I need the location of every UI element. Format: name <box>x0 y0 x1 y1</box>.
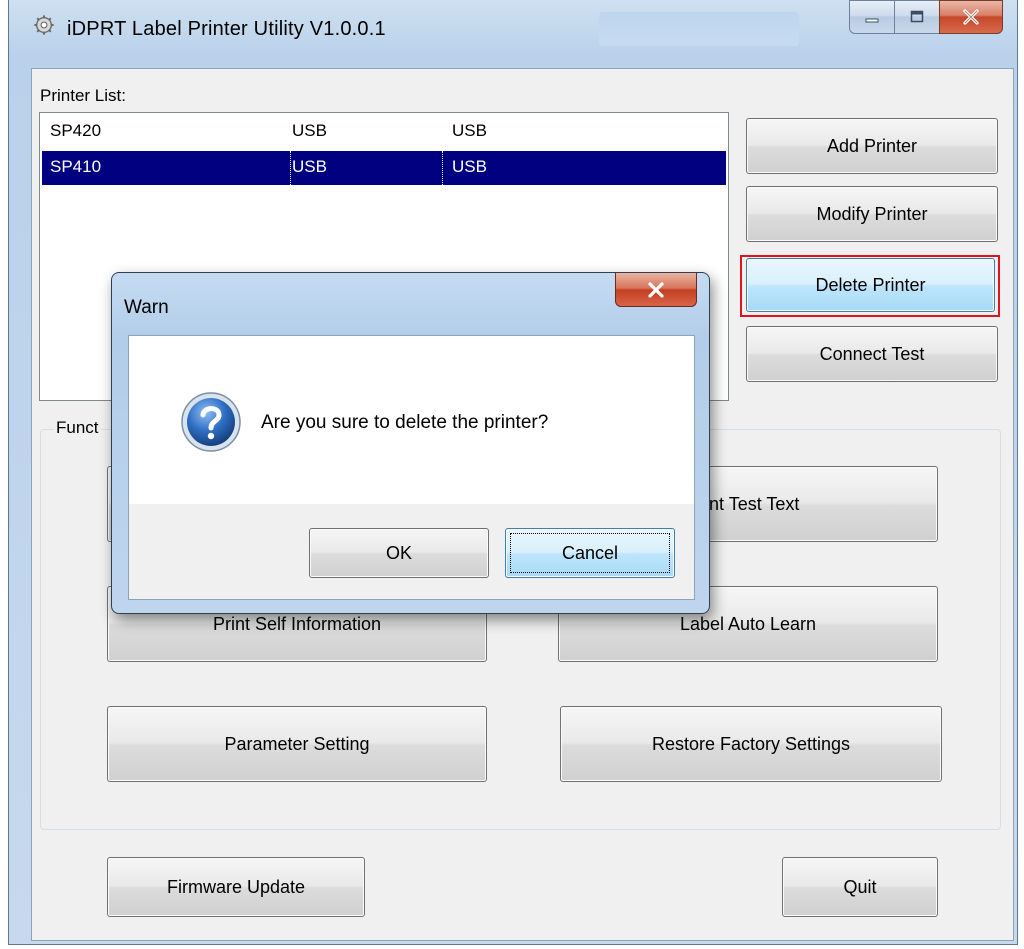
dialog-message-area: Are you sure to delete the printer? <box>129 336 694 504</box>
maximize-button[interactable] <box>894 0 940 34</box>
close-icon <box>963 9 979 25</box>
printer-type: USB <box>452 121 487 140</box>
function-group-label: Funct <box>54 418 101 438</box>
gear-icon <box>34 15 54 35</box>
printer-port: USB <box>292 121 327 140</box>
warn-dialog: Warn Are you sure to delete the printer?… <box>111 272 710 614</box>
printer-type: USB <box>452 157 487 176</box>
parameter-setting-button[interactable]: Parameter Setting <box>107 706 487 782</box>
modify-printer-button[interactable]: Modify Printer <box>746 186 998 242</box>
printer-list-label: Printer List: <box>40 86 126 105</box>
dialog-title: Warn <box>124 297 169 318</box>
ok-button[interactable]: OK <box>309 528 489 578</box>
dialog-close-button[interactable] <box>615 273 697 307</box>
dialog-body: Are you sure to delete the printer? OK C… <box>128 335 695 600</box>
window-title: iDPRT Label Printer Utility V1.0.0.1 <box>67 18 386 40</box>
printer-row[interactable]: SP420 USB USB <box>42 115 726 149</box>
question-icon <box>181 392 241 452</box>
minimize-icon <box>865 18 879 23</box>
restore-factory-settings-button[interactable]: Restore Factory Settings <box>560 706 942 782</box>
title-bar-blur <box>599 12 799 46</box>
firmware-update-button[interactable]: Firmware Update <box>107 857 365 917</box>
quit-button[interactable]: Quit <box>782 857 938 917</box>
printer-port: USB <box>292 157 327 176</box>
caption-buttons <box>849 0 1003 34</box>
close-button[interactable] <box>939 0 1003 34</box>
maximize-icon <box>910 10 924 23</box>
close-icon <box>648 281 664 298</box>
dialog-message: Are you sure to delete the printer? <box>261 412 549 433</box>
connect-test-button[interactable]: Connect Test <box>746 326 998 382</box>
add-printer-button[interactable]: Add Printer <box>746 118 998 174</box>
cancel-button[interactable]: Cancel <box>505 528 675 578</box>
minimize-button[interactable] <box>849 0 895 34</box>
printer-name: SP410 <box>50 157 102 176</box>
printer-row-selected[interactable]: SP410 USB USB <box>42 151 726 185</box>
delete-printer-highlight <box>740 255 1000 317</box>
printer-name: SP420 <box>50 121 102 140</box>
